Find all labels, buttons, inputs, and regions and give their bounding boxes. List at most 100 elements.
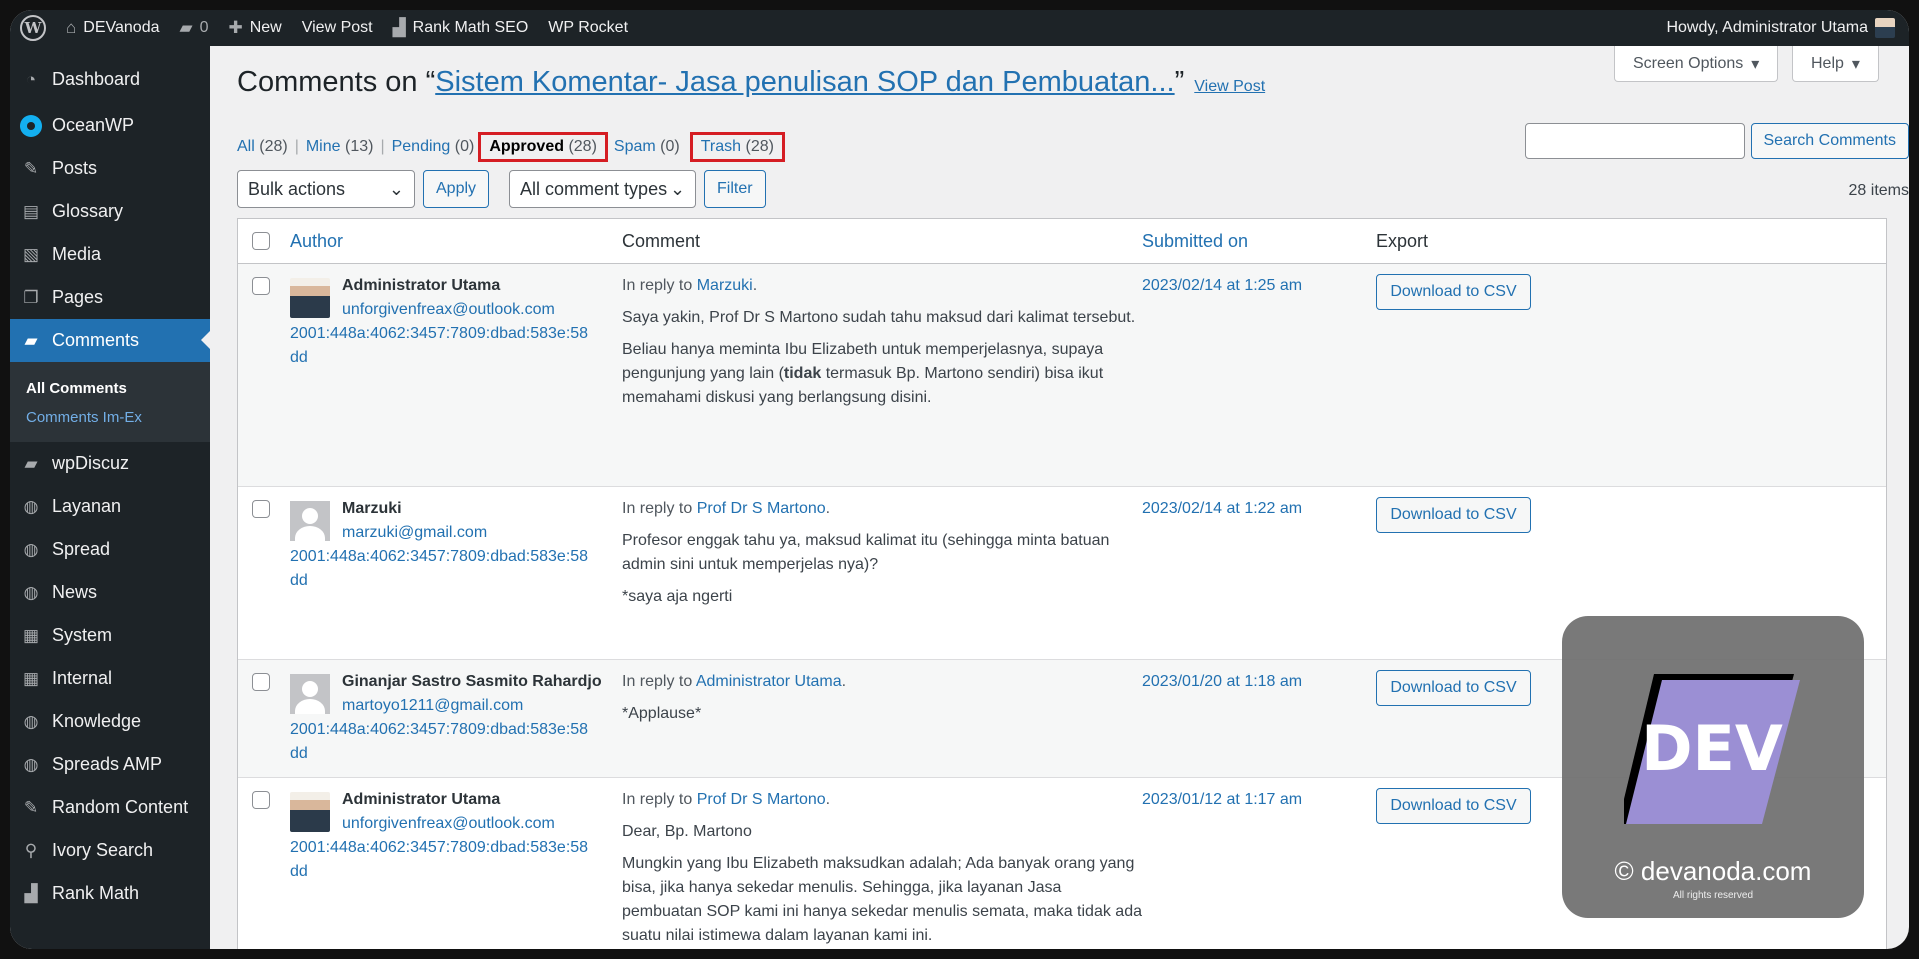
author-email-link[interactable]: marzuki@gmail.com xyxy=(342,521,487,545)
comment-cell: In reply to Marzuki. Saya yakin, Prof Dr… xyxy=(622,264,1142,486)
watermark-site: © devanoda.com xyxy=(1614,856,1812,886)
download-csv-button[interactable]: Download to CSV xyxy=(1376,274,1531,310)
filter-count: (28) xyxy=(568,138,597,155)
avatar xyxy=(290,501,330,541)
view-post-label: View Post xyxy=(301,19,373,36)
download-csv-button[interactable]: Download to CSV xyxy=(1376,670,1531,706)
sidebar-item-pages[interactable]: ❐ Pages xyxy=(10,276,210,319)
wp-logo-menu[interactable]: W xyxy=(10,10,56,46)
date-link[interactable]: 2023/01/20 at 1:18 am xyxy=(1142,673,1302,690)
date-link[interactable]: 2023/02/14 at 1:22 am xyxy=(1142,500,1302,517)
sidebar-item-layanan[interactable]: ◍ Layanan xyxy=(10,485,210,528)
select-all-checkbox[interactable] xyxy=(252,232,270,250)
row-checkbox[interactable] xyxy=(252,673,270,691)
search-comments-button[interactable]: Search Comments xyxy=(1750,123,1909,159)
view-post-adminbar-link[interactable]: View Post xyxy=(292,10,383,46)
sidebar-item-ivory-search[interactable]: ⚲ Ivory Search xyxy=(10,829,210,872)
download-csv-button[interactable]: Download to CSV xyxy=(1376,497,1531,533)
sidebar-item-glossary[interactable]: ▤ Glossary xyxy=(10,190,210,233)
media-icon: ▧ xyxy=(22,244,40,264)
submenu-all-comments[interactable]: All Comments xyxy=(10,374,210,403)
author-ip-link[interactable]: 2001:448a:4062:3457:7809:dbad:583e:58dd xyxy=(290,545,590,593)
globe-icon: ◍ xyxy=(23,711,39,731)
row-checkbox[interactable] xyxy=(252,791,270,809)
sidebar-item-system[interactable]: ▦ System xyxy=(10,614,210,657)
author-name: Ginanjar Sastro Sasmito Rahardjo xyxy=(342,673,602,690)
bulk-actions-select[interactable]: Bulk actions ⌄ xyxy=(237,170,415,208)
sidebar-item-knowledge[interactable]: ◍ Knowledge xyxy=(10,700,210,743)
sidebar-item-comments[interactable]: ▰ Comments xyxy=(10,319,210,362)
sidebar-item-spread[interactable]: ◍ Spread xyxy=(10,528,210,571)
filter-pending[interactable]: Pending (0) xyxy=(392,138,475,156)
sidebar-item-news[interactable]: ◍ News xyxy=(10,571,210,614)
filter-trash[interactable]: Trash (28) xyxy=(689,132,785,162)
new-content-link[interactable]: ✚ New xyxy=(218,10,291,46)
sidebar-item-posts[interactable]: ✎ Posts xyxy=(10,147,210,190)
filter-label: Spam xyxy=(613,138,656,155)
author-column-header[interactable]: Author xyxy=(290,231,622,252)
view-post-link[interactable]: View Post xyxy=(1194,78,1265,95)
sidebar-item-wpdiscuz[interactable]: ▰ wpDiscuz xyxy=(10,442,210,485)
download-csv-button[interactable]: Download to CSV xyxy=(1376,788,1531,824)
sidebar-item-spreads-amp[interactable]: ◍ Spreads AMP xyxy=(10,743,210,786)
table-header: Author Comment Submitted on Export xyxy=(238,219,1886,264)
sidebar-item-rank-math[interactable]: ▟ Rank Math xyxy=(10,872,210,915)
filter-spam[interactable]: Spam (0) xyxy=(614,138,680,156)
filter-button[interactable]: Filter xyxy=(704,170,766,208)
row-checkbox[interactable] xyxy=(252,277,270,295)
author-ip-link[interactable]: 2001:448a:4062:3457:7809:dbad:583e:58dd xyxy=(290,718,590,766)
filter-approved[interactable]: Approved (28) xyxy=(478,132,608,162)
comment-paragraph: Dear, Bp. Martono xyxy=(622,823,752,840)
author-email-link[interactable]: martoyo1211@gmail.com xyxy=(342,694,602,718)
post-title-link[interactable]: Sistem Komentar- Jasa penulisan SOP dan … xyxy=(435,66,1174,98)
comment-types-select[interactable]: All comment types ⌄ xyxy=(509,170,697,208)
wp-rocket-link[interactable]: WP Rocket xyxy=(538,10,638,46)
date-link[interactable]: 2023/01/12 at 1:17 am xyxy=(1142,791,1302,808)
site-name-link[interactable]: ⌂ DEVanoda xyxy=(56,10,169,46)
caret-down-icon: ▾ xyxy=(1851,55,1860,73)
search-box: Search Comments xyxy=(1524,123,1909,159)
comment-text: Saya yakin, Prof Dr S Martono sudah tahu… xyxy=(622,306,1142,410)
filter-label: Pending xyxy=(391,138,451,155)
my-account-menu[interactable]: Howdy, Administrator Utama xyxy=(1656,10,1909,46)
sidebar-item-label: Spreads AMP xyxy=(52,754,163,774)
comment-text: Dear, Bp. Martono Mungkin yang Ibu Eliza… xyxy=(622,820,1142,948)
row-checkbox[interactable] xyxy=(252,500,270,518)
screen-options-button[interactable]: Screen Options ▾ xyxy=(1614,46,1779,82)
author-email-link[interactable]: unforgivenfreax@outlook.com xyxy=(342,812,555,836)
site-name: DEVanoda xyxy=(83,19,160,36)
title-prefix: Comments on “ xyxy=(237,66,436,98)
comment-column-header: Comment xyxy=(622,230,701,251)
filter-count: (28) xyxy=(745,138,774,155)
filter-mine[interactable]: Mine (13) xyxy=(306,138,374,156)
date-cell: 2023/01/20 at 1:18 am xyxy=(1142,660,1376,777)
sidebar-item-media[interactable]: ▧ Media xyxy=(10,233,210,276)
devanoda-watermark: DEV © devanoda.com All rights reserved xyxy=(1562,616,1864,918)
apply-button[interactable]: Apply xyxy=(423,170,490,208)
author-cell: Administrator Utama unforgivenfreax@outl… xyxy=(290,778,622,949)
reply-to-link[interactable]: Prof Dr S Martono xyxy=(697,500,826,517)
comment-paragraph: *saya aja ngerti xyxy=(622,588,733,605)
author-ip-link[interactable]: 2001:448a:4062:3457:7809:dbad:583e:58dd xyxy=(290,322,590,370)
sidebar-item-dashboard[interactable]: ◔ Dashboard xyxy=(10,58,210,101)
help-button[interactable]: Help ▾ xyxy=(1792,46,1879,82)
submitted-column-header[interactable]: Submitted on xyxy=(1142,231,1376,252)
sidebar-item-label: Dashboard xyxy=(52,69,141,89)
reply-to-link[interactable]: Marzuki xyxy=(697,277,753,294)
rank-math-link[interactable]: ▟ Rank Math SEO xyxy=(383,10,539,46)
author-email-link[interactable]: unforgivenfreax@outlook.com xyxy=(342,298,555,322)
screen-options-label: Screen Options xyxy=(1633,54,1744,72)
search-icon: ⚲ xyxy=(24,840,38,860)
search-input[interactable] xyxy=(1524,123,1745,159)
date-link[interactable]: 2023/02/14 at 1:25 am xyxy=(1142,277,1302,294)
submenu-comments-im-ex[interactable]: Comments Im-Ex xyxy=(10,403,210,432)
comments-link[interactable]: ▰ 0 xyxy=(169,10,218,46)
reply-to-link[interactable]: Administrator Utama xyxy=(696,673,842,690)
sidebar-item-random-content[interactable]: ✎ Random Content xyxy=(10,786,210,829)
reply-to-link[interactable]: Prof Dr S Martono xyxy=(697,791,826,808)
author-ip-link[interactable]: 2001:448a:4062:3457:7809:dbad:583e:58dd xyxy=(290,836,590,884)
filter-all[interactable]: All (28) xyxy=(237,138,288,156)
sidebar-item-oceanwp[interactable]: OceanWP xyxy=(10,104,210,147)
filter-label: Approved xyxy=(489,138,564,155)
sidebar-item-internal[interactable]: ▦ Internal xyxy=(10,657,210,700)
